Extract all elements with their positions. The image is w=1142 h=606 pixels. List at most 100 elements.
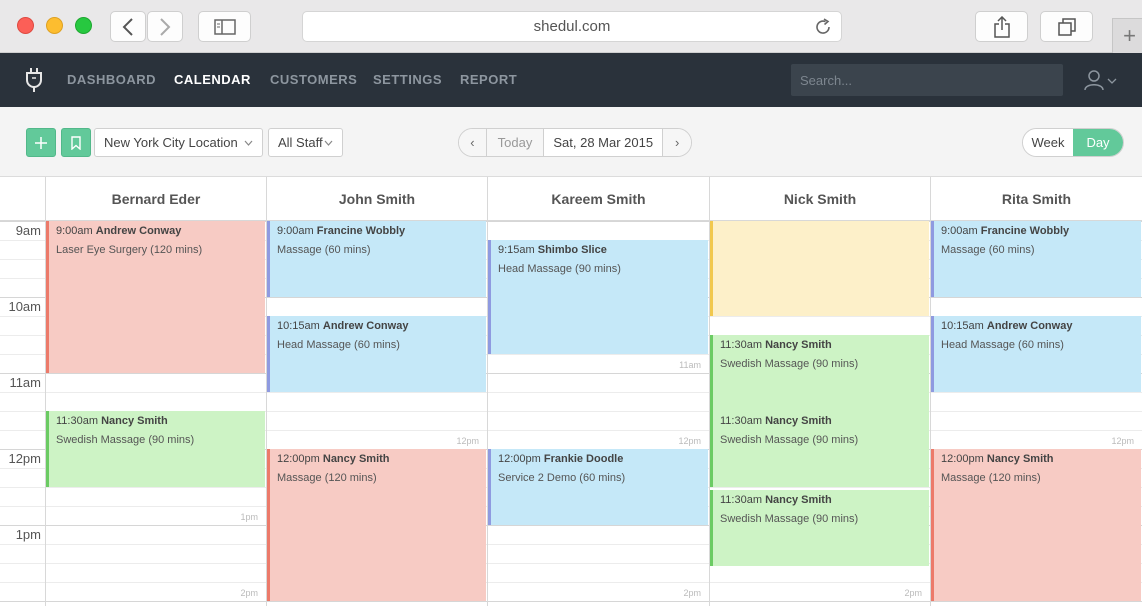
- new-tab-button[interactable]: +: [1112, 18, 1142, 53]
- hour-gridline: [0, 601, 1142, 602]
- appointment-card[interactable]: 11:30am Nancy Smith Swedish Massage (90 m…: [46, 411, 265, 487]
- appointment-start: 10:15am: [941, 320, 987, 332]
- staff-header-row: Bernard Eder John Smith Kareem Smith Nick S…: [0, 177, 1142, 221]
- appointment-service: Service 2 Demo (60 mins): [498, 472, 626, 484]
- appointment-card[interactable]: 11:30am Nancy Smith Swedish Massage (90 m…: [710, 490, 929, 566]
- slot-hour-tag: 11am: [679, 360, 701, 370]
- staff-column-header[interactable]: Nick Smith: [709, 177, 930, 221]
- appointment-service: Massage (120 mins): [277, 472, 377, 484]
- appointment-time: 9:00am Francine Wobbly: [941, 225, 1141, 237]
- appointment-start: 9:00am: [56, 225, 96, 237]
- nav-dashboard[interactable]: DASHBOARD: [67, 72, 156, 87]
- forward-button[interactable]: [147, 11, 183, 42]
- time-label: 12pm: [8, 451, 41, 466]
- nav-calendar[interactable]: CALENDAR: [174, 72, 251, 87]
- appointment-customer: Nancy Smith: [765, 415, 832, 427]
- appointment-card[interactable]: [710, 221, 929, 316]
- calendar-grid: 9am10am10am10am10am10am10am11am11am11am1…: [0, 221, 1142, 606]
- nav-customers[interactable]: CUSTOMERS: [270, 72, 357, 87]
- appointment-service: Head Massage (60 mins): [941, 339, 1064, 351]
- appointment-start: 9:00am: [941, 225, 981, 237]
- appointment-card[interactable]: 11:30am Nancy Smith Swedish Massage (90 m…: [710, 335, 929, 411]
- url-text: shedul.com: [533, 18, 611, 35]
- view-toggle: Week Day: [1022, 128, 1124, 157]
- appointment-start: 11:30am: [720, 415, 766, 427]
- time-label: 11am: [9, 375, 41, 390]
- appointment-customer: Shimbo Slice: [537, 244, 607, 256]
- appointment-card[interactable]: 9:00am Francine Wobbly Massage (60 mins): [931, 221, 1141, 297]
- appointment-start: 11:30am: [720, 494, 766, 506]
- appointment-card[interactable]: 10:15am Andrew Conway Head Massage (60 mi…: [931, 316, 1141, 392]
- appointment-service: Massage (60 mins): [941, 244, 1035, 256]
- slot-hour-tag: 2pm: [240, 588, 258, 598]
- minimize-window-button[interactable]: [46, 17, 63, 34]
- current-date[interactable]: Sat, 28 Mar 2015: [544, 129, 664, 156]
- chevron-right-icon: [160, 17, 171, 36]
- chevron-down-icon[interactable]: [1107, 77, 1117, 85]
- appointment-service: Head Massage (60 mins): [277, 339, 400, 351]
- appointment-time: 11:30am Nancy Smith: [56, 415, 265, 427]
- appointment-card[interactable]: 10:15am Andrew Conway Head Massage (60 mi…: [267, 316, 486, 392]
- reload-icon[interactable]: [813, 17, 833, 37]
- today-button[interactable]: Today: [486, 129, 545, 156]
- appointment-customer: Andrew Conway: [986, 320, 1073, 332]
- staff-select[interactable]: All Staff: [268, 128, 343, 157]
- plus-icon: [35, 136, 47, 149]
- prev-day-button[interactable]: ‹: [459, 129, 487, 156]
- sidebar-icon: [213, 18, 236, 35]
- next-day-button[interactable]: ›: [663, 129, 691, 156]
- staff-value: All Staff: [278, 135, 323, 150]
- main-nav: DASHBOARD CALENDAR CUSTOMERS SETTINGS RE…: [0, 53, 1142, 107]
- staff-column-header[interactable]: Rita Smith: [930, 177, 1142, 221]
- appointment-card[interactable]: 9:00am Andrew Conway Laser Eye Surgery (1…: [46, 221, 265, 373]
- time-label: 10am: [8, 299, 41, 314]
- time-label: 1pm: [15, 527, 41, 542]
- staff-column-header[interactable]: John Smith: [266, 177, 487, 221]
- back-button[interactable]: [110, 11, 146, 42]
- appointment-time: 10:15am Andrew Conway: [941, 320, 1141, 332]
- appointment-card[interactable]: 12:00pm Nancy Smith Massage (120 mins): [931, 449, 1141, 601]
- chevron-left-icon: [122, 17, 133, 36]
- search-input[interactable]: Search...: [791, 64, 1063, 96]
- appointment-service: Swedish Massage (90 mins): [720, 358, 859, 370]
- appointment-card[interactable]: 9:15am Shimbo Slice Head Massage (90 mins…: [488, 240, 708, 354]
- appointment-card[interactable]: 9:00am Francine Wobbly Massage (60 mins): [267, 221, 486, 297]
- add-appointment-button[interactable]: [26, 128, 56, 157]
- appointment-card[interactable]: 12:00pm Frankie Doodle Service 2 Demo (60…: [488, 449, 708, 525]
- slot-hour-tag: 12pm: [1111, 436, 1134, 446]
- staff-column-header[interactable]: Bernard Eder: [45, 177, 266, 221]
- week-view-button[interactable]: Week: [1023, 129, 1073, 156]
- day-view-button[interactable]: Day: [1073, 129, 1123, 156]
- appointment-customer: Nancy Smith: [765, 494, 832, 506]
- slot-hour-tag: 1pm: [240, 512, 258, 522]
- nav-settings[interactable]: SETTINGS: [373, 72, 442, 87]
- appointment-customer: Andrew Conway: [95, 225, 182, 237]
- appointment-start: 12:00pm: [498, 453, 544, 465]
- appointment-time: 12:00pm Nancy Smith: [941, 453, 1141, 465]
- close-window-button[interactable]: [17, 17, 34, 34]
- location-select[interactable]: New York City Location: [94, 128, 263, 157]
- tabs-overview-button[interactable]: [1040, 11, 1093, 42]
- appointment-time: 9:00am Andrew Conway: [56, 225, 265, 237]
- share-button[interactable]: [975, 11, 1028, 42]
- sidebar-toggle-button[interactable]: [198, 11, 251, 42]
- appointment-customer: Francine Wobbly: [980, 225, 1070, 237]
- appointment-customer: Andrew Conway: [322, 320, 409, 332]
- appointment-time: 9:15am Shimbo Slice: [498, 244, 708, 256]
- tabs-icon: [1057, 17, 1076, 36]
- block-time-button[interactable]: [61, 128, 91, 157]
- appointment-time: 9:00am Francine Wobbly: [277, 225, 486, 237]
- plus-icon: +: [1123, 23, 1136, 48]
- nav-report[interactable]: REPORT: [460, 72, 517, 87]
- staff-column-header[interactable]: Kareem Smith: [487, 177, 709, 221]
- location-value: New York City Location: [104, 135, 238, 150]
- address-bar[interactable]: shedul.com: [302, 11, 842, 42]
- quarter-gridline: [0, 392, 1142, 393]
- user-icon[interactable]: [1083, 69, 1105, 91]
- appointment-card[interactable]: 12:00pm Nancy Smith Massage (120 mins): [267, 449, 486, 601]
- share-icon: [993, 15, 1010, 38]
- appointment-service: Massage (60 mins): [277, 244, 371, 256]
- bookmark-icon: [71, 135, 81, 150]
- maximize-window-button[interactable]: [75, 17, 92, 34]
- appointment-card[interactable]: 11:30am Nancy Smith Swedish Massage (90 m…: [710, 411, 929, 487]
